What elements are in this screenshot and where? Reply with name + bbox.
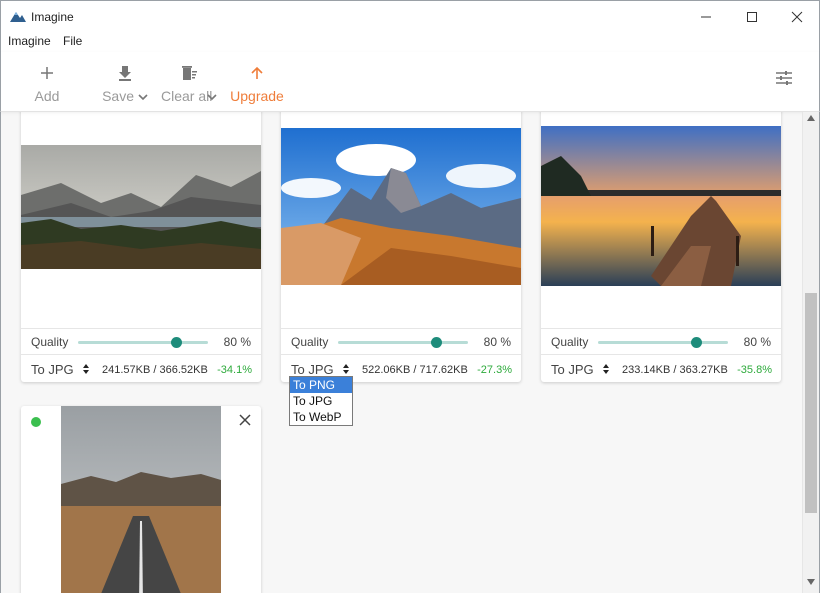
file-size: 233.14KB / 363.27KB xyxy=(622,364,728,376)
quality-label: Quality xyxy=(551,334,589,349)
file-size: 241.57KB / 366.52KB xyxy=(102,364,208,376)
dropdown-option-png[interactable]: To PNG xyxy=(290,377,352,393)
clear-all-label: Clear all xyxy=(161,88,213,104)
quality-slider[interactable] xyxy=(598,337,728,348)
chevron-down-icon xyxy=(207,94,217,101)
quality-slider-knob[interactable] xyxy=(171,337,182,348)
quality-slider-knob[interactable] xyxy=(431,337,442,348)
save-button[interactable]: Save xyxy=(101,62,149,104)
quality-label: Quality xyxy=(31,334,69,349)
quality-value: 80 % xyxy=(223,334,251,349)
quality-row: Quality 80 % xyxy=(281,328,521,354)
close-icon xyxy=(791,11,803,23)
size-change: -34.1% xyxy=(217,364,252,376)
minimize-button[interactable] xyxy=(683,1,729,33)
menu-bar: Imagine File xyxy=(0,32,820,52)
image-card: Quality 80 % To JPG 233.14KB / 363.27KB … xyxy=(541,112,781,382)
maximize-button[interactable] xyxy=(729,1,775,33)
app-logo-icon xyxy=(10,12,26,22)
image-thumbnail[interactable] xyxy=(21,145,261,269)
quality-slider[interactable] xyxy=(338,337,468,348)
quality-value: 80 % xyxy=(743,334,771,349)
image-grid: Quality 80 % To JPG 241.57KB / 366.52KB … xyxy=(0,112,820,593)
toolbar: Add Save Clear all Upgrade xyxy=(0,52,820,112)
download-icon xyxy=(119,66,131,81)
quality-value: 80 % xyxy=(483,334,511,349)
scroll-up-icon[interactable] xyxy=(807,115,815,121)
settings-button[interactable] xyxy=(775,70,793,89)
format-select[interactable]: To JPG xyxy=(291,362,334,377)
image-thumbnail[interactable] xyxy=(281,128,521,285)
image-thumbnail[interactable] xyxy=(541,126,781,286)
save-label: Save xyxy=(102,88,135,104)
format-row: To JPG 233.14KB / 363.27KB -35.8% xyxy=(541,354,781,382)
size-change: -35.8% xyxy=(737,364,772,376)
dropdown-option-jpg[interactable]: To JPG xyxy=(290,393,352,409)
image-card: Quality 80 % To JPG 522.06KB / 717.62KB … xyxy=(281,112,521,382)
upgrade-label: Upgrade xyxy=(230,88,284,104)
maximize-icon xyxy=(747,12,757,22)
status-dot xyxy=(31,417,41,427)
file-size: 522.06KB / 717.62KB xyxy=(362,364,468,376)
menu-imagine[interactable]: Imagine xyxy=(8,34,51,48)
quality-label: Quality xyxy=(291,334,329,349)
window-title: Imagine xyxy=(31,10,74,24)
format-dropdown: To PNG To JPG To WebP xyxy=(289,376,353,426)
upgrade-button[interactable]: Upgrade xyxy=(230,62,284,104)
clear-all-button[interactable]: Clear all xyxy=(161,62,217,104)
quality-slider-knob[interactable] xyxy=(691,337,702,348)
close-window-button[interactable] xyxy=(774,1,820,33)
image-card: Quality 80 % To JPG 241.57KB / 366.52KB … xyxy=(21,112,261,382)
format-row: To JPG 241.57KB / 366.52KB -34.1% xyxy=(21,354,261,382)
close-icon[interactable] xyxy=(239,414,251,426)
add-label: Add xyxy=(34,88,60,104)
size-change: -27.3% xyxy=(477,364,512,376)
scrollbar-thumb[interactable] xyxy=(805,293,817,513)
clear-all-icon xyxy=(182,66,197,80)
minimize-icon xyxy=(701,16,711,18)
sort-arrows-icon[interactable] xyxy=(82,363,90,375)
image-thumbnail[interactable] xyxy=(61,406,221,593)
title-bar: Imagine xyxy=(0,0,820,32)
menu-file[interactable]: File xyxy=(63,34,82,48)
sort-arrows-icon[interactable] xyxy=(602,363,610,375)
scroll-down-icon[interactable] xyxy=(807,579,815,585)
sort-arrows-icon[interactable] xyxy=(342,363,350,375)
quality-row: Quality 80 % xyxy=(541,328,781,354)
quality-row: Quality 80 % xyxy=(21,328,261,354)
chevron-down-icon xyxy=(138,94,148,101)
quality-slider[interactable] xyxy=(78,337,208,348)
arrow-up-icon xyxy=(251,66,263,79)
vertical-scrollbar[interactable] xyxy=(802,112,819,593)
format-select[interactable]: To JPG xyxy=(31,362,74,377)
dropdown-option-webp[interactable]: To WebP xyxy=(290,409,352,425)
format-select[interactable]: To JPG xyxy=(551,362,594,377)
image-card xyxy=(21,406,261,593)
plus-icon xyxy=(41,67,53,79)
sliders-icon xyxy=(776,71,792,85)
add-button[interactable]: Add xyxy=(31,62,63,104)
